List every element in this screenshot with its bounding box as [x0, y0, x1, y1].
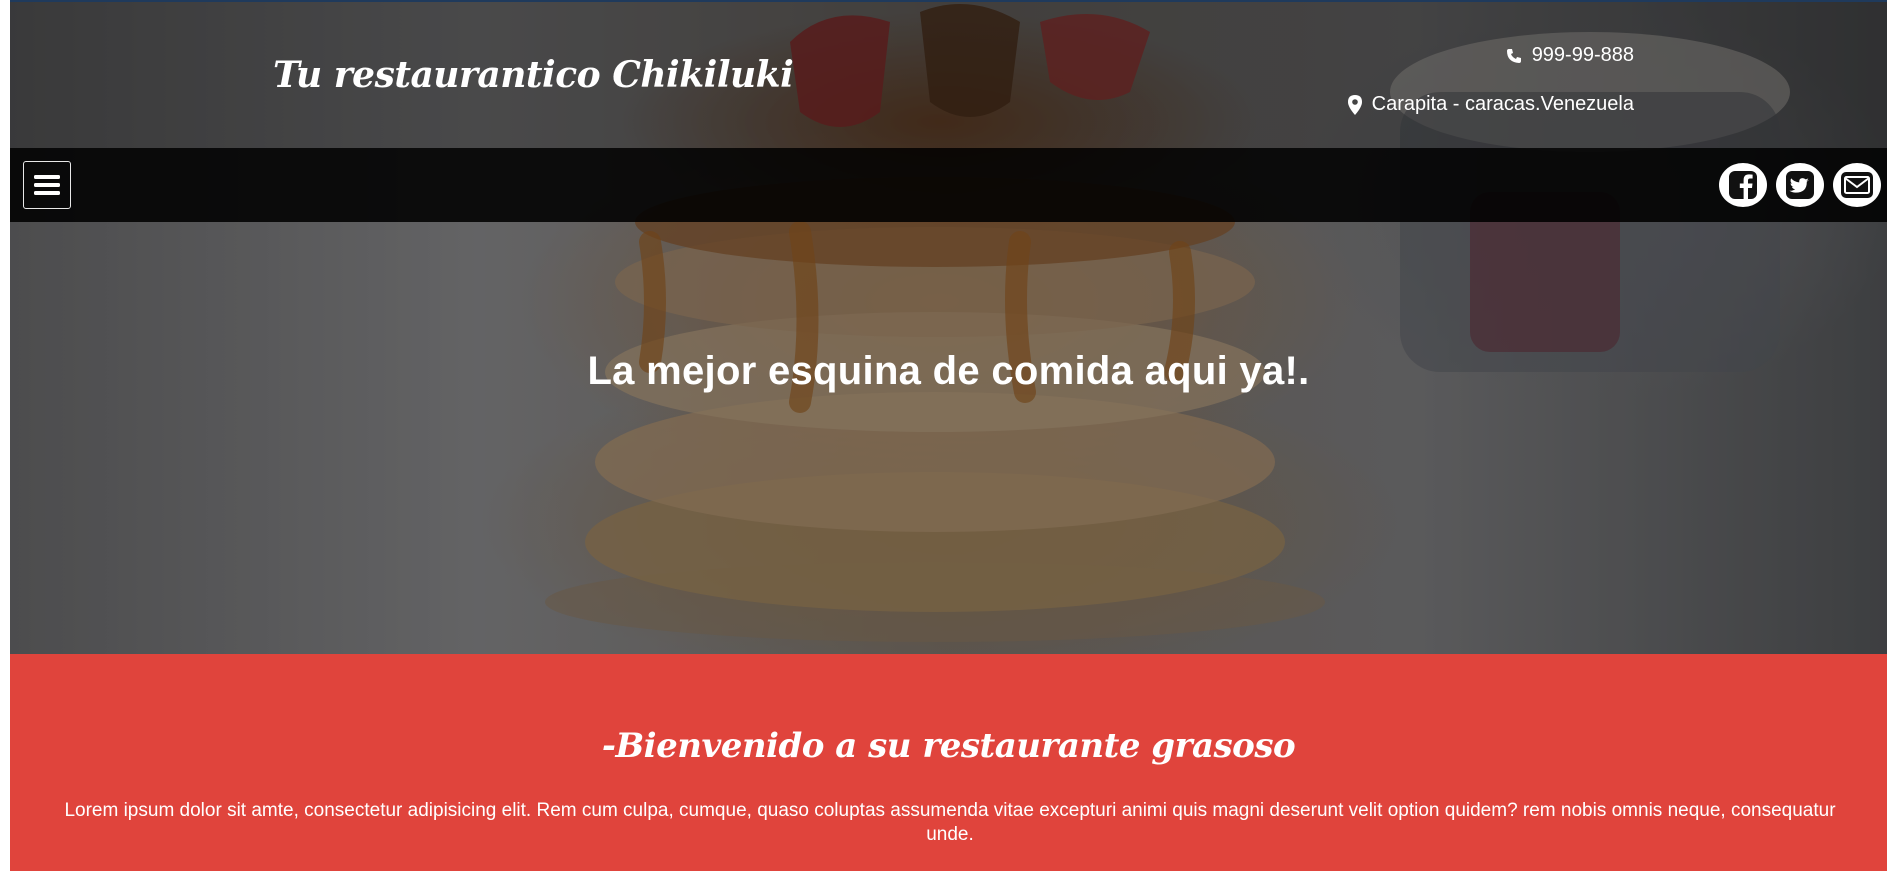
hero-section: Tu restaurantico Chikiluki 999-99-888 Ca… — [10, 2, 1887, 654]
welcome-title: -Bienvenido a su restaurante grasoso — [601, 726, 1296, 767]
navbar — [10, 148, 1887, 222]
phone-icon — [1506, 48, 1521, 63]
welcome-section: -Bienvenido a su restaurante grasoso Lor… — [10, 654, 1887, 871]
welcome-text: Lorem ipsum dolor sit amte, consectetur … — [64, 800, 1836, 845]
hamburger-menu-icon — [34, 175, 60, 195]
page: Tu restaurantico Chikiluki 999-99-888 Ca… — [0, 0, 1887, 871]
email-button[interactable] — [1833, 163, 1881, 207]
header: Tu restaurantico Chikiluki 999-99-888 Ca… — [10, 2, 1887, 148]
envelope-icon — [1841, 172, 1873, 198]
twitter-button[interactable] — [1776, 163, 1824, 207]
map-marker-icon — [1347, 94, 1362, 115]
facebook-icon — [1729, 171, 1757, 199]
twitter-icon — [1786, 171, 1814, 199]
phone-contact: 999-99-888 — [1506, 44, 1634, 67]
menu-toggle-button[interactable] — [23, 161, 71, 209]
location-text: Carapita - caracas.Venezuela — [1371, 93, 1634, 115]
phone-number: 999-99-888 — [1531, 44, 1634, 66]
facebook-button[interactable] — [1719, 163, 1767, 207]
left-gutter — [0, 0, 10, 871]
location-contact: Carapita - caracas.Venezuela — [1347, 93, 1634, 116]
hero-title: La mejor esquina de comida aqui ya!. — [587, 348, 1310, 393]
brand-title[interactable]: Tu restaurantico Chikiluki — [273, 54, 794, 96]
